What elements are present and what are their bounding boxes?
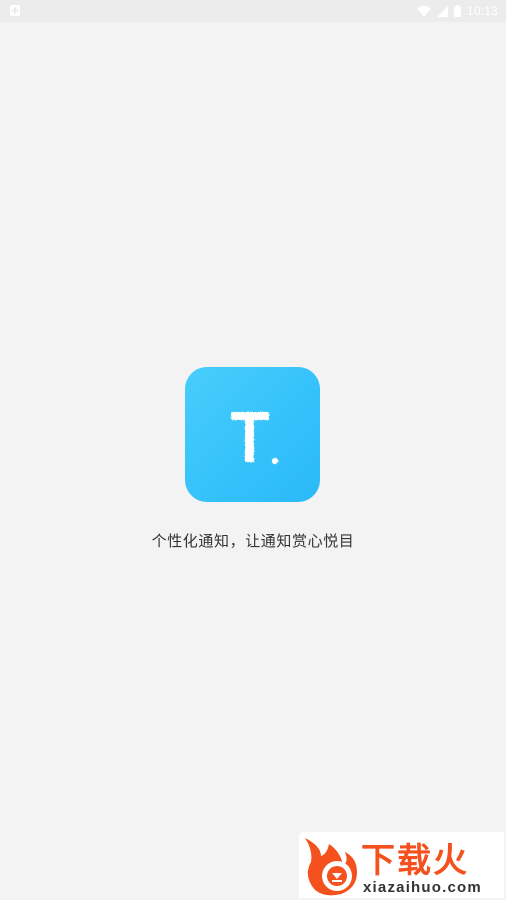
watermark-badge: 下载火 xiazaihuo.com [299, 832, 504, 898]
wifi-icon [416, 5, 431, 17]
status-bar: 10:13 [0, 0, 506, 22]
flame-logo-icon [305, 838, 357, 896]
battery-icon [453, 5, 461, 17]
status-time: 10:13 [466, 4, 498, 18]
splash-screen: 10:13 个性化通知，让通知赏心悦目 下载火 xiazaihuo.com [0, 0, 506, 900]
t-letter-icon [231, 412, 279, 465]
watermark-brand: 下载火 [361, 841, 469, 881]
signal-icon [436, 5, 448, 17]
slogan-text: 个性化通知，让通知赏心悦目 [151, 532, 355, 550]
watermark-domain: xiazaihuo.com [363, 879, 482, 896]
status-icons: 10:13 [416, 0, 498, 22]
app-logo [185, 367, 320, 502]
notification-icon [10, 5, 20, 16]
